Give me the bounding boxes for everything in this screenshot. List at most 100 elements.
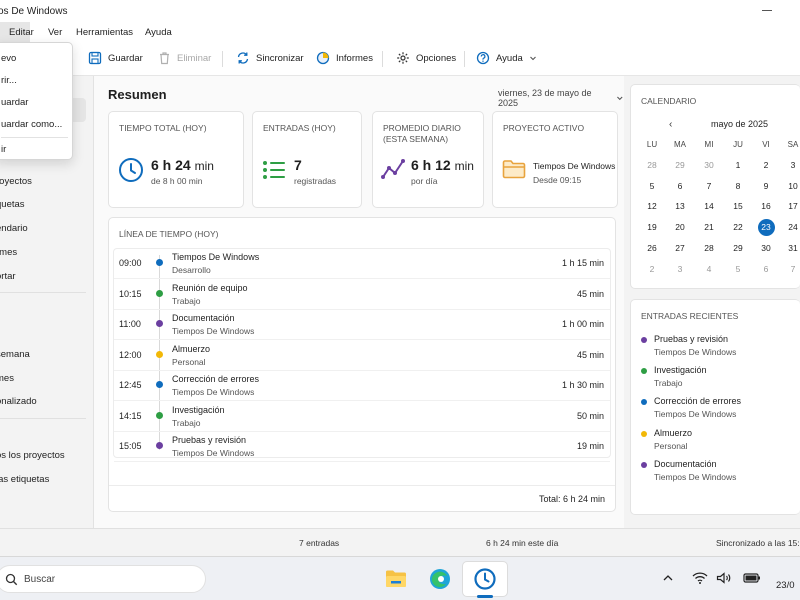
calendar-day[interactable]: 3 [781, 157, 800, 173]
calendar-day[interactable]: 28 [640, 157, 664, 173]
calendar-day[interactable]: 19 [640, 219, 664, 235]
calendar-day[interactable]: 7 [697, 178, 721, 194]
timeline-time: 12:00 [119, 349, 142, 360]
menu-item-new[interactable]: evo [1, 53, 16, 64]
menu-tools[interactable]: Herramientas [76, 27, 133, 38]
timeline-row[interactable]: 12:00 Almuerzo Personal 45 min [114, 341, 610, 371]
save-icon [88, 51, 102, 65]
calendar-day[interactable]: 31 [781, 240, 800, 256]
menu-item-save[interactable]: uardar [1, 97, 28, 108]
calendar-day[interactable]: 12 [640, 198, 664, 214]
sidebar-item-export[interactable]: ortar [0, 271, 16, 282]
timeline-row[interactable]: 15:05 Pruebas y revisión Tiempos De Window… [114, 432, 610, 462]
help-button[interactable]: Ayuda [476, 51, 537, 65]
timeline-dot [156, 259, 163, 266]
calendar-day[interactable]: 2 [754, 157, 778, 173]
calendar-day[interactable]: 5 [726, 261, 750, 277]
clock-app-icon[interactable] [473, 567, 497, 591]
reports-button[interactable]: Informes [316, 51, 373, 65]
calendar-day[interactable]: 26 [640, 240, 664, 256]
timeline-row[interactable]: 11:00 Documentación Tiempos De Windows 1 h … [114, 310, 610, 340]
menu-item-save-as[interactable]: uardar como... [1, 119, 62, 130]
calendar-day[interactable]: 6 [754, 261, 778, 277]
sidebar-item-all-projects[interactable]: os los proyectos [0, 450, 65, 461]
calendar-day[interactable]: 21 [697, 219, 721, 235]
timeline-row[interactable]: 14:15 Investigación Trabajo 50 min [114, 402, 610, 432]
file-explorer-icon[interactable] [384, 567, 408, 591]
pie-chart-icon [316, 51, 330, 65]
timeline-entry-duration: 1 h 15 min [561, 258, 604, 268]
date-selector[interactable]: viernes, 23 de mayo de 2025 [498, 88, 624, 108]
calendar-day[interactable]: 30 [754, 240, 778, 256]
calendar-day[interactable]: 27 [668, 240, 692, 256]
timeline-entry-project: Tiempos De Windows [172, 387, 255, 397]
menu-edit[interactable]: Editar [9, 27, 34, 38]
timeline-title: LÍNEA DE TIEMPO (HOY) [119, 229, 219, 239]
edge-browser-icon[interactable] [428, 567, 452, 591]
calendar-day[interactable]: 22 [726, 219, 750, 235]
calendar-day[interactable]: 15 [726, 198, 750, 214]
calendar-day-today[interactable]: 23 [754, 219, 778, 235]
calendar-day[interactable]: 3 [668, 261, 692, 277]
calendar-day[interactable]: 30 [697, 157, 721, 173]
save-label: Guardar [108, 52, 143, 64]
save-button[interactable]: Guardar [88, 51, 143, 65]
timeline-row[interactable]: 10:15 Reunión de equipo Trabajo 45 min [114, 280, 610, 310]
calendar-day[interactable]: 1 [726, 157, 750, 173]
calendar-day[interactable]: 29 [726, 240, 750, 256]
calendar-day[interactable]: 17 [781, 198, 800, 214]
sidebar-item-calendar[interactable]: endario [0, 223, 28, 234]
menu-item-open[interactable]: rir... [1, 75, 17, 86]
calendar-day[interactable]: 2 [640, 261, 664, 277]
options-button[interactable]: Opciones [396, 51, 456, 65]
menu-view[interactable]: Ver [48, 27, 62, 38]
calendar-day[interactable]: 9 [754, 178, 778, 194]
calendar-day[interactable]: 20 [668, 219, 692, 235]
folder-icon [502, 160, 526, 179]
sidebar-item-tags[interactable]: quetas [0, 199, 25, 210]
calendar-prev-button[interactable]: ‹ [669, 119, 672, 130]
timeline-entry-duration: 45 min [576, 288, 604, 299]
taskbar-search[interactable]: Buscar [0, 565, 206, 593]
sidebar-item-all-tags[interactable]: las etiquetas [0, 474, 49, 485]
calendar-day[interactable]: 13 [668, 198, 692, 214]
sidebar-item-projects[interactable]: royectos [0, 176, 32, 187]
sidebar-item-custom[interactable]: onalizado [0, 396, 37, 407]
minimize-icon[interactable] [762, 10, 772, 11]
calendar-day[interactable]: 6 [668, 178, 692, 194]
calendar-day[interactable]: 5 [640, 178, 664, 194]
timeline-row[interactable]: 12:45 Corrección de errores Tiempos De Win… [114, 371, 610, 401]
taskbar: Buscar 23/0 [0, 556, 800, 600]
menu-help[interactable]: Ayuda [145, 27, 172, 38]
calendar-title: CALENDARIO [641, 96, 697, 106]
calendar-day[interactable]: 28 [697, 240, 721, 256]
timeline-entry-name: Tiempos De Windows [172, 252, 260, 262]
menu-item-exit[interactable]: ir [1, 144, 6, 155]
calendar-day[interactable]: 24 [781, 219, 800, 235]
volume-icon[interactable] [716, 572, 732, 584]
card-total-time: TIEMPO TOTAL (HOY) 6 h 24 min de 8 h 00 … [108, 111, 244, 208]
calendar-weekday: MA [674, 140, 686, 149]
sidebar-item-reports[interactable]: rmes [0, 247, 17, 258]
calendar-day[interactable]: 10 [781, 178, 800, 194]
chevron-up-icon[interactable] [662, 572, 674, 584]
calendar-day[interactable]: 16 [754, 198, 778, 214]
card-daily-average: PROMEDIO DIARIO (ESTA SEMANA) 6 h 12 min… [372, 111, 484, 208]
battery-icon[interactable] [743, 572, 761, 584]
calendar-day[interactable]: 7 [781, 261, 800, 277]
calendar-weekday: MI [704, 140, 714, 149]
calendar-day[interactable]: 4 [697, 261, 721, 277]
delete-button[interactable]: Eliminar [158, 51, 211, 65]
sidebar-item-week[interactable]: semana [0, 349, 30, 360]
card-subtitle: de 8 h 00 min [151, 176, 203, 186]
trend-line-icon [381, 159, 405, 179]
calendar-day[interactable]: 29 [668, 157, 692, 173]
wifi-icon[interactable] [692, 572, 708, 584]
sync-button[interactable]: Sincronizar [236, 51, 304, 65]
calendar-day[interactable]: 14 [697, 198, 721, 214]
sidebar-item-month[interactable]: mes [0, 373, 14, 384]
calendar-day[interactable]: 8 [726, 178, 750, 194]
timeline-row[interactable]: 09:00 Tiempos De Windows Desarrollo 1 h 15 … [114, 249, 610, 279]
recent-entry-project: Tiempos De Windows [654, 409, 737, 420]
sync-label: Sincronizar [256, 52, 304, 64]
